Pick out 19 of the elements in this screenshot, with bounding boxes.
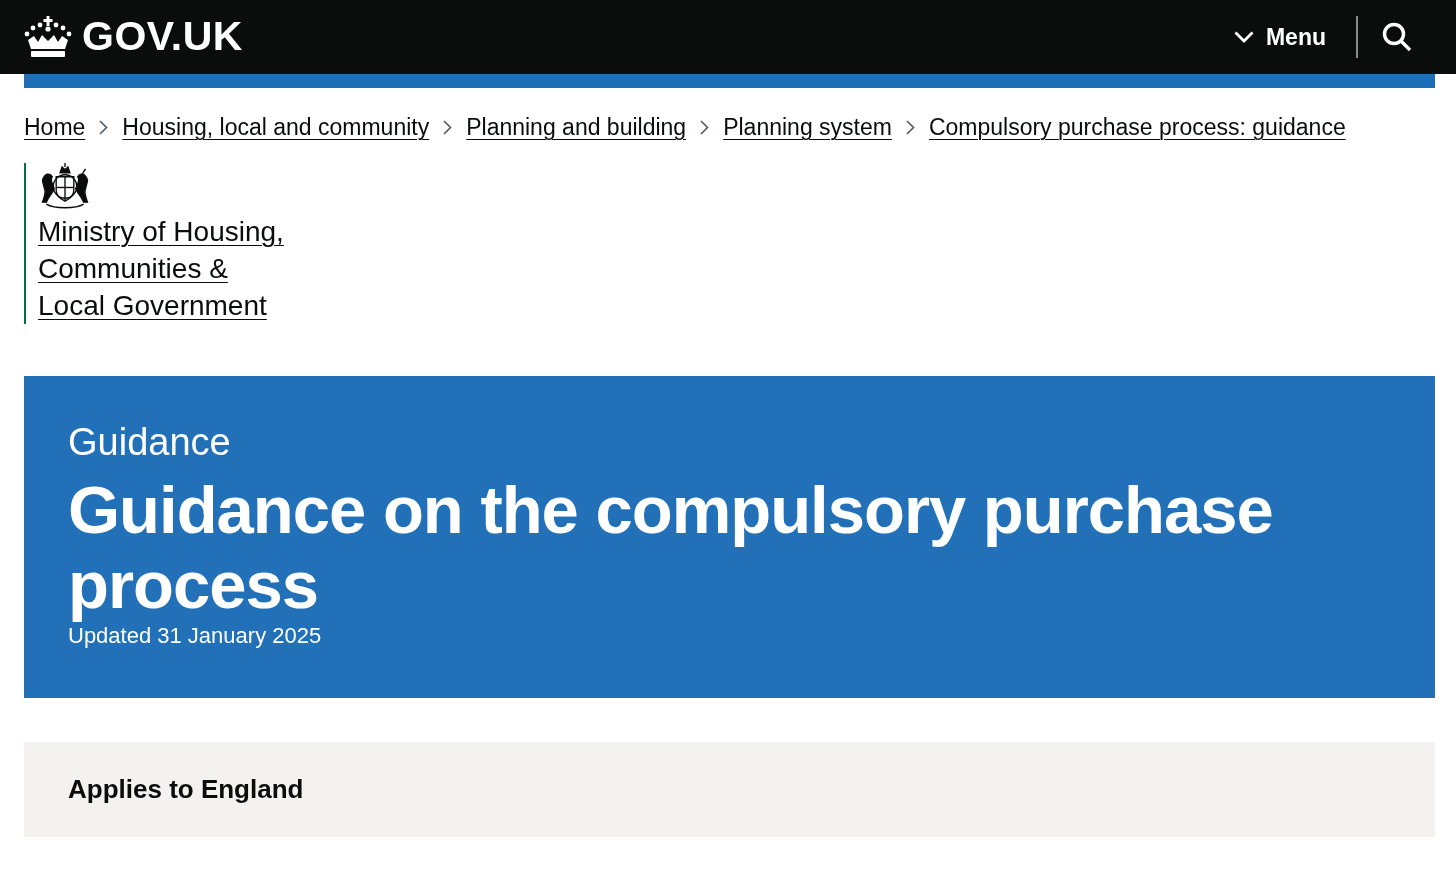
updated-date: Updated 31 January 2025 <box>68 622 323 650</box>
organisation-link[interactable]: Ministry of Housing, Communities & Local Government <box>38 212 284 324</box>
chevron-right-icon <box>99 119 109 135</box>
chevron-right-icon <box>700 119 710 135</box>
search-icon <box>1382 22 1412 52</box>
applies-to-text: Applies to England <box>68 772 304 806</box>
page-caption: Guidance <box>68 419 232 464</box>
breadcrumb-link[interactable]: Home <box>24 110 86 145</box>
breadcrumb-link[interactable]: Planning and building <box>466 110 687 145</box>
chevron-right-icon <box>905 119 915 135</box>
chevron-right-icon <box>443 119 453 135</box>
page-title: Guidance on the compulsory purchase process <box>68 471 1274 622</box>
breadcrumb-link[interactable]: Compulsory purchase process: guidance <box>928 110 1346 145</box>
crown-icon <box>24 16 72 58</box>
breadcrumb-link[interactable]: Planning system <box>723 110 892 145</box>
breadcrumb-link[interactable]: Housing, local and community <box>122 110 430 145</box>
chevron-down-icon <box>1233 31 1254 43</box>
menu-button[interactable]: Menu <box>1233 19 1356 55</box>
govuk-logo-link[interactable]: GOV.UK <box>24 6 243 68</box>
